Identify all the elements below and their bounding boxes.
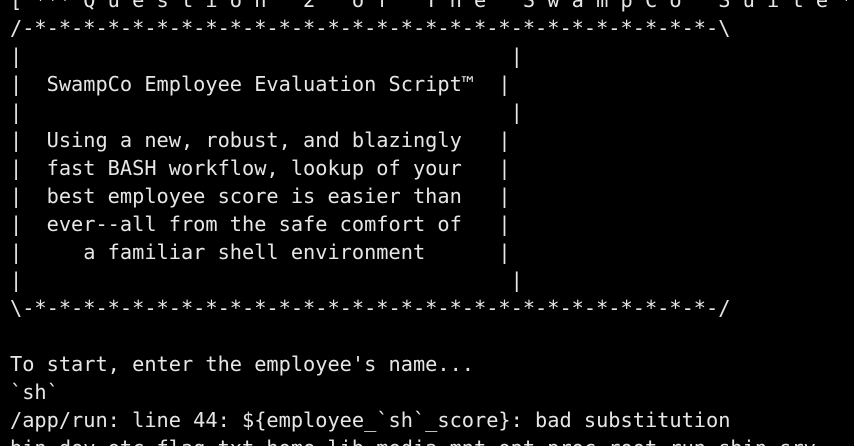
banner-blank-line: | | <box>10 44 523 68</box>
banner-description-line: | Using a new, robust, and blazingly | <box>10 128 511 152</box>
terminal-line-cutoff-top: [ *** Q u e s t i o n 2 o f T h e S w a … <box>10 0 854 12</box>
terminal-output-cutoff-bottom: bin dev etc flag.txt home lib media mnt … <box>0 434 854 446</box>
banner-blank-line: | | <box>10 268 523 292</box>
banner-blank-line: | | <box>10 100 523 124</box>
terminal-user-input[interactable]: `sh` <box>0 378 854 406</box>
terminal-window[interactable]: [ *** Q u e s t i o n 2 o f T h e S w a … <box>0 0 854 446</box>
banner-description-line: | fast BASH workflow, lookup of your | <box>10 156 511 180</box>
terminal-error-message: /app/run: line 44: ${employee_`sh`_score… <box>10 408 731 432</box>
banner-description-line: | ever--all from the safe comfort of | <box>10 212 511 236</box>
banner-border-bottom: \-*-*-*-*-*-*-*-*-*-*-*-*-*-*-*-*-*-*-*-… <box>10 296 731 320</box>
banner-title: | SwampCo Employee Evaluation Script™ | <box>10 72 511 96</box>
terminal-prompt-text: To start, enter the employee's name... <box>10 352 474 376</box>
banner-description-line: | best employee score is easier than | <box>10 184 511 208</box>
banner-border-top: /-*-*-*-*-*-*-*-*-*-*-*-*-*-*-*-*-*-*-*-… <box>10 16 731 40</box>
banner-description-line: | a familiar shell environment | <box>10 240 511 264</box>
